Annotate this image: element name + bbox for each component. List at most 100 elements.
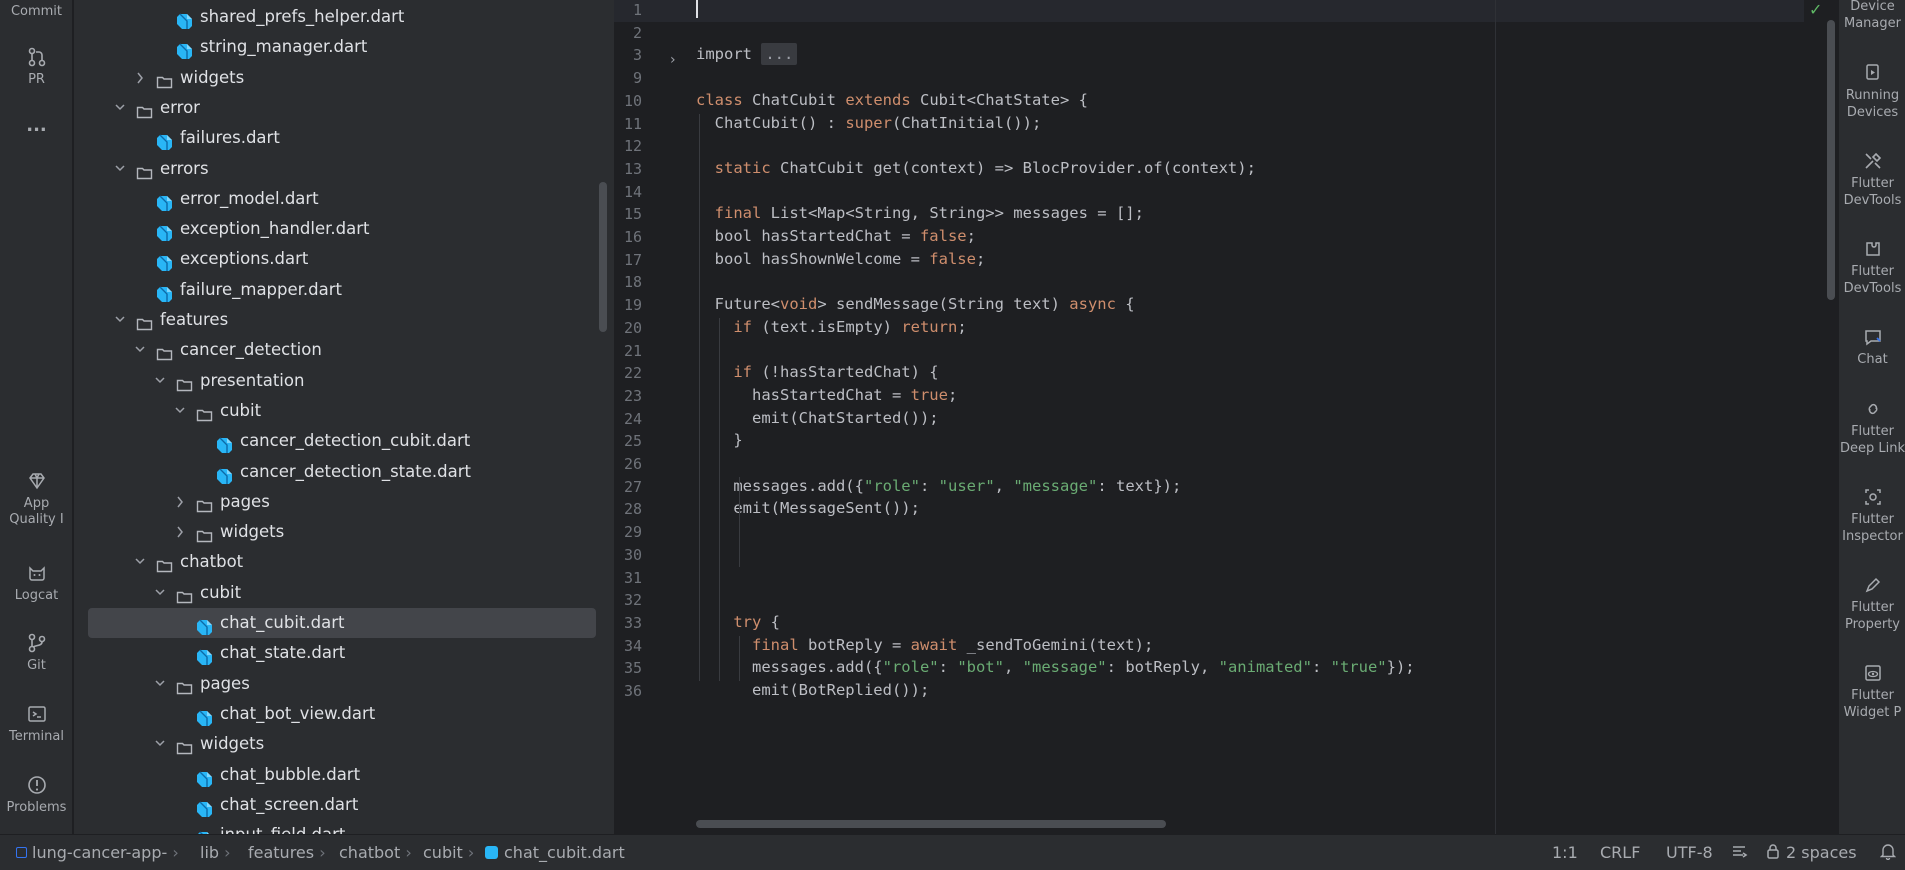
right-tool-label: Chat	[1857, 352, 1888, 367]
tree-folder[interactable]: presentation	[74, 366, 614, 396]
tree-file[interactable]: chat_bot_view.dart	[74, 699, 614, 729]
tree-file[interactable]: error_model.dart	[74, 184, 614, 214]
folder-icon	[136, 100, 153, 119]
tree-file[interactable]: shared_prefs_helper.dart	[74, 2, 614, 32]
tree-file[interactable]: chat_cubit.dart	[74, 608, 614, 638]
dart-file-icon	[176, 39, 193, 60]
tree-file[interactable]: chat_bubble.dart	[74, 760, 614, 790]
pr-tool[interactable]: PR	[0, 46, 73, 88]
tree-folder[interactable]: pages	[74, 669, 614, 699]
chevron-right-icon[interactable]	[174, 487, 190, 517]
chevron-down-icon[interactable]	[154, 578, 170, 608]
line-number: 35	[623, 659, 642, 678]
tree-folder[interactable]: cubit	[74, 578, 614, 608]
tree-file[interactable]: chat_screen.dart	[74, 790, 614, 820]
tree-scrollbar[interactable]	[599, 182, 607, 332]
chevron-down-icon[interactable]	[174, 396, 190, 426]
right-tool-7[interactable]: Flutter Property	[1839, 574, 1905, 633]
right-tool-label: Devices	[1846, 105, 1899, 120]
dart-file-icon	[156, 282, 173, 302]
breadcrumb-item[interactable]: features ›	[248, 843, 326, 862]
tree-file[interactable]: failures.dart	[74, 123, 614, 153]
folder-icon	[176, 585, 193, 603]
tree-item-label: exceptions.dart	[180, 249, 309, 269]
current-line-highlight	[614, 0, 1804, 22]
tree-folder[interactable]: cancer_detection	[74, 335, 614, 365]
line-separator[interactable]: CRLF	[1600, 843, 1640, 862]
tree-folder[interactable]: pages	[74, 487, 614, 517]
status-bar: lung-cancer-app- › lib › features › chatbot…	[0, 834, 1905, 870]
tree-item-label: cancer_detection_cubit.dart	[240, 431, 471, 451]
chevron-down-icon[interactable]	[114, 154, 130, 184]
right-tool-6[interactable]: Flutter Inspector	[1839, 486, 1905, 545]
chevron-down-icon[interactable]	[154, 669, 170, 699]
chevron-down-icon[interactable]	[134, 547, 150, 577]
code-line: import ...	[696, 43, 798, 66]
tree-folder[interactable]: errors	[74, 154, 614, 184]
chevron-down-icon[interactable]	[114, 93, 130, 123]
line-number: 11	[623, 114, 642, 133]
tree-file[interactable]: cancer_detection_cubit.dart	[74, 426, 614, 456]
commit-tool[interactable]: Commit	[0, 4, 73, 20]
tree-folder[interactable]: features	[74, 305, 614, 335]
fold-expand-icon[interactable]: ›	[670, 52, 676, 68]
tree-file[interactable]: input_field.dart	[74, 820, 614, 834]
line-number: 24	[623, 409, 642, 428]
tree-folder[interactable]: widgets	[74, 517, 614, 547]
right-tool-5[interactable]: Flutter Deep Link	[1839, 398, 1905, 457]
app-quality-label-1: App	[23, 496, 50, 511]
tree-folder[interactable]: error	[74, 93, 614, 123]
breadcrumb-item[interactable]: cubit ›	[423, 843, 474, 862]
chevron-down-icon[interactable]	[154, 729, 170, 759]
right-tool-0[interactable]: Device Manager	[1839, 0, 1905, 32]
right-tool-2[interactable]: Flutter DevTools	[1839, 150, 1905, 209]
tree-item-label: features	[160, 310, 229, 329]
tree-folder[interactable]: widgets	[74, 729, 614, 759]
tree-file[interactable]: chat_state.dart	[74, 638, 614, 668]
line-number: 1	[632, 1, 642, 19]
tree-folder[interactable]: widgets	[74, 63, 614, 93]
breadcrumb-item[interactable]: lung-cancer-app- ›	[16, 843, 179, 862]
editor-horizontal-scrollbar[interactable]	[696, 820, 1166, 828]
editor-vertical-scrollbar[interactable]	[1827, 20, 1835, 300]
chevron-right-icon[interactable]	[134, 63, 150, 93]
git-tool[interactable]: Git	[0, 632, 73, 674]
flutter-devtools-icon	[1864, 152, 1881, 169]
tree-file[interactable]: failure_mapper.dart	[74, 275, 614, 305]
indent-setting[interactable]: 2 spaces	[1786, 843, 1857, 862]
problems-tool[interactable]: Problems	[0, 774, 73, 816]
chevron-down-icon[interactable]	[154, 366, 170, 396]
app-quality-tool[interactable]: App Quality I	[0, 470, 73, 528]
right-tool-1[interactable]: Running Devices	[1839, 62, 1905, 121]
tree-file[interactable]: string_manager.dart	[74, 32, 614, 62]
line-number: 26	[623, 455, 642, 473]
logcat-tool[interactable]: Logcat	[0, 562, 73, 604]
tree-item-label: error_model.dart	[180, 188, 319, 208]
caret-position[interactable]: 1:1	[1552, 843, 1578, 862]
code-line: class ChatCubit extends Cubit<ChatState>…	[696, 90, 1088, 109]
chevron-right-icon[interactable]	[174, 517, 190, 547]
more-tools-button[interactable]: ...	[0, 118, 73, 134]
tree-folder[interactable]: chatbot	[74, 547, 614, 577]
format-icon[interactable]	[1730, 842, 1748, 864]
no-problems-check-icon[interactable]: ✓	[1809, 0, 1822, 19]
file-encoding[interactable]: UTF-8	[1666, 843, 1713, 862]
breadcrumb-item[interactable]: chatbot ›	[339, 843, 412, 862]
code-editor[interactable]: 1 2 3 import ... 9 10 class ChatCubit extends …	[614, 0, 1838, 834]
tree-folder[interactable]: cubit	[74, 396, 614, 426]
right-tool-8[interactable]: Flutter Widget P	[1839, 662, 1905, 721]
chevron-down-icon[interactable]	[114, 305, 130, 335]
tree-file[interactable]: cancer_detection_state.dart	[74, 457, 614, 487]
breadcrumb-item[interactable]: chat_cubit.dart	[485, 843, 625, 862]
dart-file-icon	[196, 797, 213, 817]
notifications-icon[interactable]	[1879, 842, 1897, 864]
right-tool-4[interactable]: Chat	[1839, 326, 1905, 368]
right-tool-3[interactable]: Flutter DevTools	[1839, 238, 1905, 297]
terminal-tool[interactable]: Terminal	[0, 703, 73, 745]
right-tool-label: Flutter	[1851, 688, 1894, 703]
tree-file[interactable]: exceptions.dart	[74, 244, 614, 274]
tree-file[interactable]: exception_handler.dart	[74, 214, 614, 244]
breadcrumb-item[interactable]: lib ›	[200, 843, 231, 862]
indent-lock-icon[interactable]	[1764, 842, 1782, 864]
chevron-down-icon[interactable]	[134, 335, 150, 365]
